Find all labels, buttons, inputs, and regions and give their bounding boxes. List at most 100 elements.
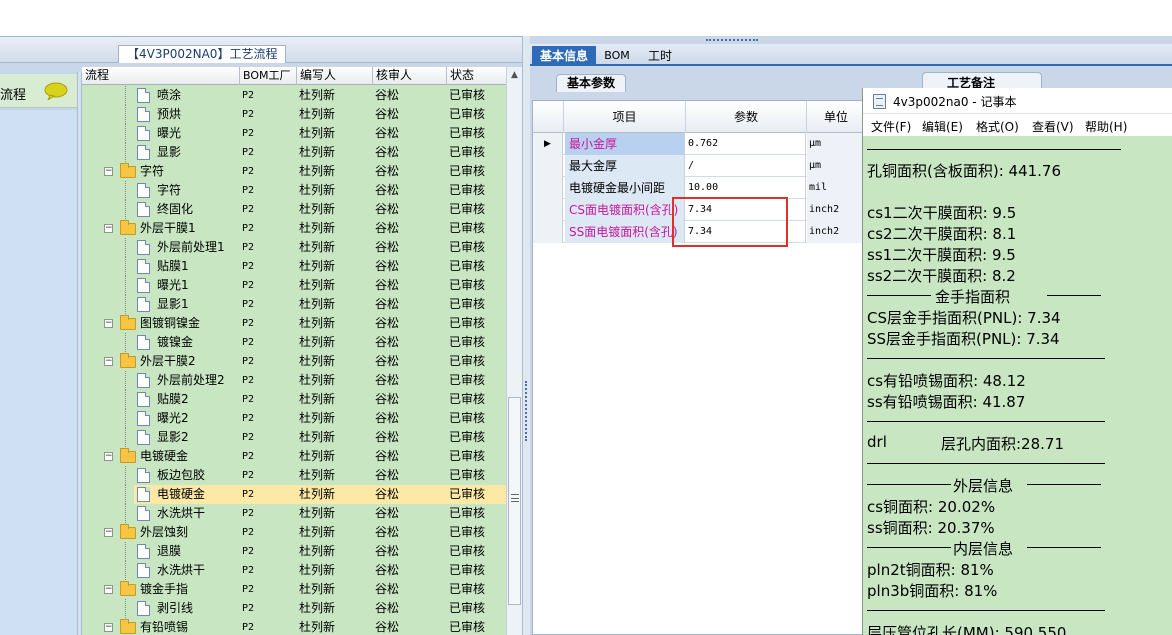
top-splitter-grip-icon[interactable] [706, 39, 758, 44]
reviewer-cell: 谷松 [375, 563, 400, 577]
reviewer-cell: 谷松 [375, 202, 400, 216]
column-header-status[interactable]: 状态 [447, 67, 506, 85]
reviewer-cell: 谷松 [375, 601, 400, 615]
param-value-cell[interactable]: / [686, 155, 806, 177]
tree-row[interactable]: 显影1 P2 杜列新 谷松 已审核 [82, 295, 506, 314]
folder-icon [120, 448, 136, 463]
tree-row[interactable]: 板边包胶 P2 杜列新 谷松 已审核 [82, 466, 506, 485]
document-icon [137, 183, 150, 198]
document-icon [137, 88, 150, 103]
status-cell: 已审核 [449, 449, 486, 463]
row-indicator[interactable] [533, 221, 563, 243]
bom-factory-cell: P2 [242, 565, 255, 576]
tree-row[interactable]: − 图镀铜镍金 P2 杜列新 谷松 已审核 [82, 314, 506, 333]
tree-row[interactable]: − 字符 P2 杜列新 谷松 已审核 [82, 162, 506, 181]
column-header-author[interactable]: 编写人 [297, 67, 373, 85]
separator-line [1027, 484, 1101, 485]
tree-row[interactable]: − 镀金手指 P2 杜列新 谷松 已审核 [82, 580, 506, 599]
column-header-param[interactable]: 参数 [686, 101, 807, 133]
tree-row[interactable]: 剥引线 P2 杜列新 谷松 已审核 [82, 599, 506, 618]
menu-help[interactable]: 帮助(H) [1085, 118, 1127, 135]
middle-splitter[interactable] [522, 36, 530, 635]
nav-item-flow[interactable]: 流程 [0, 74, 77, 108]
text-line: pln3b铜面积: 81% [867, 582, 998, 600]
bom-factory-cell: P2 [242, 242, 255, 253]
subtab-basic-params[interactable]: 基本参数 [556, 74, 626, 92]
param-value-cell[interactable]: 10.00 [686, 177, 806, 199]
tree-row[interactable]: 贴膜1 P2 杜列新 谷松 已审核 [82, 257, 506, 276]
row-indicator[interactable] [533, 155, 563, 177]
chat-bubble-icon[interactable] [44, 82, 68, 100]
tree-row[interactable]: 电镀硬金 P2 杜列新 谷松 已审核 [82, 485, 506, 504]
tree-row[interactable]: 字符 P2 杜列新 谷松 已审核 [82, 181, 506, 200]
tree-row[interactable]: 终固化 P2 杜列新 谷松 已审核 [82, 200, 506, 219]
author-cell: 杜列新 [299, 221, 336, 235]
row-indicator[interactable] [533, 177, 563, 199]
tree-row[interactable]: 预烘 P2 杜列新 谷松 已审核 [82, 105, 506, 124]
status-cell: 已审核 [449, 183, 486, 197]
tree-row[interactable]: 显影 P2 杜列新 谷松 已审核 [82, 143, 506, 162]
tree-row[interactable]: 曝光 P2 杜列新 谷松 已审核 [82, 124, 506, 143]
process-flow-title-bar: 【4V3P002NA0】工艺流程 [0, 37, 528, 63]
tree-row[interactable]: 退膜 P2 杜列新 谷松 已审核 [82, 542, 506, 561]
collapse-toggle-icon[interactable]: − [104, 585, 113, 594]
menu-format[interactable]: 格式(O) [976, 118, 1019, 135]
tree-row[interactable]: 水洗烘干 P2 杜列新 谷松 已审核 [82, 504, 506, 523]
collapse-toggle-icon[interactable]: − [104, 224, 113, 233]
collapse-toggle-icon[interactable]: − [104, 528, 113, 537]
column-header-unit[interactable]: 单位 [807, 101, 865, 133]
menu-file[interactable]: 文件(F) [871, 118, 911, 135]
tree-row[interactable]: − 外层干膜2 P2 杜列新 谷松 已审核 [82, 352, 506, 371]
status-cell: 已审核 [449, 316, 486, 330]
menu-view[interactable]: 查看(V) [1032, 118, 1074, 135]
tree-row[interactable]: 外层前处理2 P2 杜列新 谷松 已审核 [82, 371, 506, 390]
detail-tab-bar: 基本信息 BOM 工时 [530, 44, 1172, 66]
status-cell: 已审核 [449, 278, 486, 292]
tab-bom[interactable]: BOM [600, 46, 634, 66]
tree-scrollbar[interactable]: ▲ [506, 67, 522, 635]
tree-row[interactable]: − 电镀硬金 P2 杜列新 谷松 已审核 [82, 447, 506, 466]
tree-row[interactable]: 曝光2 P2 杜列新 谷松 已审核 [82, 409, 506, 428]
collapse-toggle-icon[interactable]: − [104, 357, 113, 366]
tree-row[interactable]: 曝光1 P2 杜列新 谷松 已审核 [82, 276, 506, 295]
tree-row[interactable]: 水洗烘干 P2 杜列新 谷松 已审核 [82, 561, 506, 580]
author-cell: 杜列新 [299, 297, 336, 311]
tree-row[interactable]: 镀镍金 P2 杜列新 谷松 已审核 [82, 333, 506, 352]
tree-connector [125, 105, 126, 124]
tab-work-hours[interactable]: 工时 [640, 46, 680, 66]
collapse-toggle-icon[interactable]: − [104, 452, 113, 461]
menu-edit[interactable]: 编辑(E) [922, 118, 963, 135]
separator-line [867, 149, 1121, 150]
bom-factory-cell: P2 [242, 90, 255, 101]
status-cell: 已审核 [449, 620, 486, 634]
tab-basic-info[interactable]: 基本信息 [532, 46, 596, 66]
tree-row[interactable]: − 有铅喷锡 P2 杜列新 谷松 已审核 [82, 618, 506, 635]
scroll-up-arrow-icon[interactable]: ▲ [511, 70, 518, 80]
notepad-title-bar[interactable]: 4v3p002na0 - 记事本 [863, 88, 1172, 114]
param-value-cell[interactable]: 0.762 [686, 133, 806, 155]
tree-row[interactable]: 外层前处理1 P2 杜列新 谷松 已审核 [82, 238, 506, 257]
tree-row[interactable]: − 外层干膜1 P2 杜列新 谷松 已审核 [82, 219, 506, 238]
tree-row[interactable]: 显影2 P2 杜列新 谷松 已审核 [82, 428, 506, 447]
row-indicator[interactable]: ▶ [533, 133, 563, 155]
collapse-toggle-icon[interactable]: − [104, 319, 113, 328]
status-cell: 已审核 [449, 164, 486, 178]
tree-row[interactable]: 喷涂 P2 杜列新 谷松 已审核 [82, 86, 506, 105]
tree-connector [125, 428, 126, 447]
column-header-flow[interactable]: 流程 [82, 67, 240, 85]
status-cell: 已审核 [449, 202, 486, 216]
bom-factory-cell: P2 [242, 337, 255, 348]
tree-row[interactable]: 贴膜2 P2 杜列新 谷松 已审核 [82, 390, 506, 409]
row-indicator[interactable] [533, 199, 563, 221]
bom-factory-cell: P2 [242, 128, 255, 139]
scroll-thumb[interactable] [508, 397, 521, 605]
text-line: cs铜面积: 20.02% [867, 498, 996, 516]
bom-factory-cell: P2 [242, 470, 255, 481]
column-header-reviewer[interactable]: 核审人 [373, 67, 447, 85]
tree-row[interactable]: − 外层蚀刻 P2 杜列新 谷松 已审核 [82, 523, 506, 542]
document-icon [137, 373, 150, 388]
collapse-toggle-icon[interactable]: − [104, 623, 113, 632]
collapse-toggle-icon[interactable]: − [104, 167, 113, 176]
column-header-item[interactable]: 项目 [564, 101, 686, 133]
column-header-bom-factory[interactable]: BOM工厂 [240, 67, 297, 85]
